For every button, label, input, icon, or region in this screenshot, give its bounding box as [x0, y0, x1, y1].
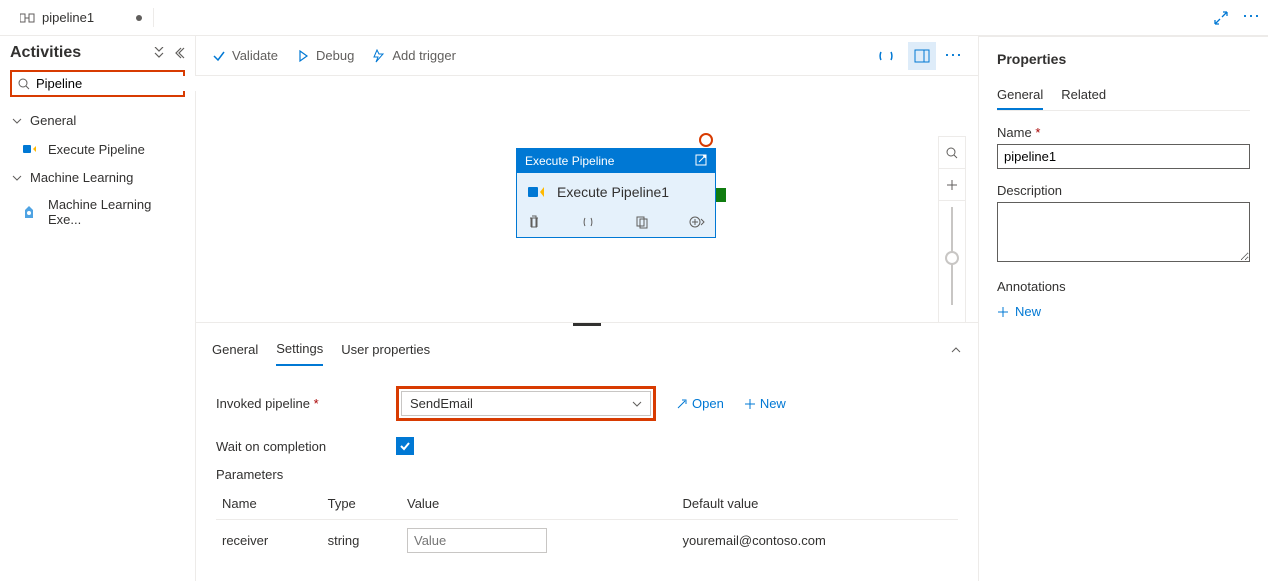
node-title: Execute Pipeline1	[557, 184, 669, 200]
activity-execute-pipeline[interactable]: Execute Pipeline	[10, 134, 185, 164]
props-tab-general[interactable]: General	[997, 81, 1043, 110]
dropdown-value: SendEmail	[410, 396, 473, 411]
zoom-slider[interactable]	[938, 201, 966, 311]
collapse-pane-icon[interactable]	[950, 344, 962, 356]
pipeline-icon	[20, 11, 36, 25]
expand-icon[interactable]	[1214, 11, 1228, 25]
invoked-pipeline-dropdown[interactable]: SendEmail	[396, 386, 656, 421]
collapse-sidebar-icon[interactable]	[173, 47, 185, 59]
validate-button[interactable]: Validate	[212, 48, 278, 63]
fit-zoom-button[interactable]	[938, 137, 966, 169]
lower-pane: General Settings User properties Invoked…	[196, 322, 978, 581]
zoom-out-button[interactable]	[938, 311, 966, 322]
document-tab-strip: pipeline1 ⋯	[0, 0, 1268, 36]
document-tab-title: pipeline1	[42, 10, 94, 25]
parameters-heading: Parameters	[216, 467, 958, 482]
table-row: receiver string youremail@contoso.com	[216, 520, 958, 562]
activities-sidebar: Activities General Execut	[0, 36, 196, 581]
wait-on-completion-label: Wait on completion	[216, 439, 396, 454]
validation-error-marker	[699, 133, 713, 147]
props-tab-related[interactable]: Related	[1061, 81, 1106, 110]
param-default: youremail@contoso.com	[677, 520, 958, 562]
col-type: Type	[322, 488, 401, 520]
tab-user-properties[interactable]: User properties	[341, 334, 430, 365]
pipeline-canvas[interactable]: Execute Pipeline Execute Pipeline1	[196, 76, 978, 322]
activity-ml-execute[interactable]: Machine Learning Exe...	[10, 191, 185, 233]
add-trigger-button[interactable]: Add trigger	[372, 48, 456, 63]
activity-label: Execute Pipeline	[48, 142, 145, 157]
annotations-label: Annotations	[997, 279, 1250, 294]
zoom-rail	[938, 136, 966, 322]
copy-icon[interactable]	[635, 215, 649, 229]
param-value-input[interactable]	[407, 528, 547, 553]
col-name: Name	[216, 488, 322, 520]
node-type-label: Execute Pipeline	[525, 154, 614, 168]
description-textarea[interactable]	[997, 202, 1250, 262]
group-general[interactable]: General	[10, 107, 185, 134]
name-label: Name *	[997, 125, 1250, 140]
success-port[interactable]	[716, 188, 726, 202]
group-label: Machine Learning	[30, 170, 133, 185]
parameters-table: Name Type Value Default value receiver s…	[216, 488, 958, 561]
more-icon[interactable]: ⋯	[944, 45, 962, 66]
more-icon[interactable]: ⋯	[1242, 11, 1260, 25]
col-value: Value	[401, 488, 677, 520]
activity-label: Machine Learning Exe...	[48, 197, 183, 227]
group-machine-learning[interactable]: Machine Learning	[10, 164, 185, 191]
open-pipeline-button[interactable]: Open	[676, 396, 724, 411]
debug-button[interactable]: Debug	[296, 48, 354, 63]
invoked-pipeline-label: Invoked pipeline *	[216, 396, 396, 411]
edit-activity-icon[interactable]	[695, 154, 707, 168]
activities-search-input[interactable]	[10, 70, 185, 97]
execute-pipeline-icon	[527, 183, 549, 201]
activity-node-execute-pipeline[interactable]: Execute Pipeline Execute Pipeline1	[516, 148, 716, 238]
description-label: Description	[997, 183, 1250, 198]
wait-on-completion-checkbox[interactable]	[396, 437, 414, 455]
ml-icon	[22, 203, 40, 221]
zoom-in-button[interactable]	[938, 169, 966, 201]
canvas-toolbar: Validate Debug Add trigger ⋯	[196, 36, 978, 76]
search-icon	[18, 78, 30, 90]
unsaved-dot-icon	[136, 15, 142, 21]
activities-search-field[interactable]	[36, 76, 212, 91]
code-icon[interactable]	[581, 215, 595, 229]
collapse-all-icon[interactable]	[151, 47, 167, 59]
param-type: string	[322, 520, 401, 562]
editor-center: Validate Debug Add trigger ⋯	[196, 36, 978, 581]
new-annotation-button[interactable]: New	[997, 304, 1041, 319]
tab-general[interactable]: General	[212, 334, 258, 365]
chevron-down-icon	[12, 173, 22, 183]
tab-settings[interactable]: Settings	[276, 333, 323, 366]
chevron-down-icon	[632, 399, 642, 409]
param-name: receiver	[216, 520, 322, 562]
chevron-down-icon	[12, 116, 22, 126]
zoom-slider-thumb[interactable]	[945, 251, 959, 265]
group-label: General	[30, 113, 76, 128]
properties-panel-button[interactable]	[908, 42, 936, 70]
activities-heading: Activities	[10, 44, 81, 62]
delete-icon[interactable]	[527, 215, 541, 229]
code-view-button[interactable]	[872, 42, 900, 70]
document-tab[interactable]: pipeline1	[8, 0, 154, 35]
name-input[interactable]	[997, 144, 1250, 169]
node-header[interactable]: Execute Pipeline	[517, 149, 715, 173]
new-pipeline-button[interactable]: New	[744, 396, 786, 411]
col-default: Default value	[677, 488, 958, 520]
properties-panel: Properties General Related Name * Descri…	[978, 36, 1268, 581]
properties-title: Properties	[997, 51, 1250, 67]
add-output-icon[interactable]	[689, 215, 705, 229]
execute-pipeline-icon	[22, 140, 40, 158]
